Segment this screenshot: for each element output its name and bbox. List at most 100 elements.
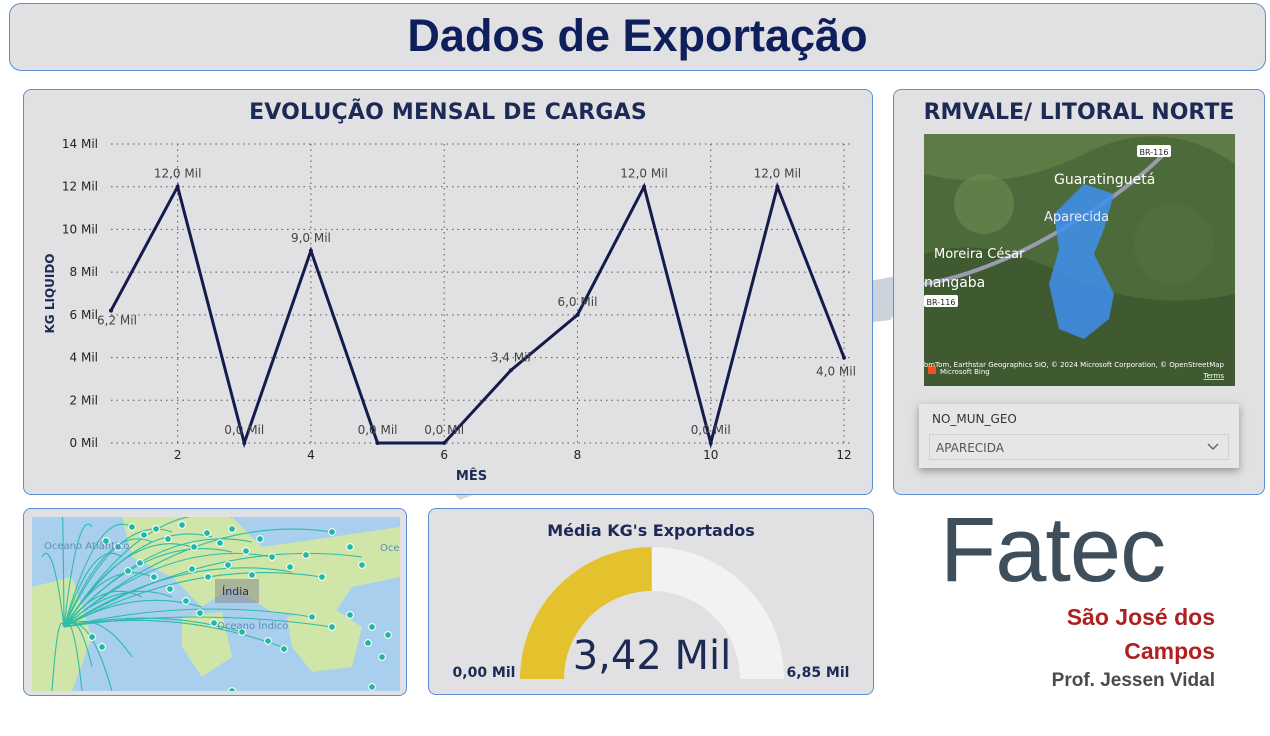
destination-dot[interactable] [268, 553, 276, 561]
destination-dot[interactable] [136, 559, 144, 567]
destination-dot[interactable] [328, 623, 336, 631]
gauge-panel: Média KG's Exportados 3,42 Mil 0,00 Mil … [428, 508, 874, 695]
destination-dot[interactable] [190, 543, 198, 551]
x-tick-label: 4 [307, 448, 315, 462]
data-point[interactable] [708, 441, 713, 445]
logo-brand: Fatec [940, 499, 1166, 601]
data-point[interactable] [842, 355, 846, 360]
data-point[interactable] [775, 184, 780, 189]
destination-dot[interactable] [88, 633, 96, 641]
page-title: Dados de Exportação [407, 10, 868, 61]
map-country-label: Índia [222, 585, 249, 598]
map-road-label: BR-116 [927, 298, 956, 307]
gauge-value: 3,42 Mil [573, 633, 732, 679]
destination-dot[interactable] [124, 567, 132, 575]
slicer-dropdown[interactable]: APARECIDA [929, 434, 1229, 460]
chevron-down-icon[interactable] [1206, 439, 1220, 453]
destination-dot[interactable] [203, 529, 211, 537]
destination-dot[interactable] [256, 535, 264, 543]
data-point[interactable] [575, 312, 580, 317]
destination-dot[interactable] [264, 637, 272, 645]
destination-dot[interactable] [164, 535, 172, 543]
destination-dot[interactable] [328, 528, 336, 536]
data-point[interactable] [109, 308, 113, 313]
x-tick-label: 10 [703, 448, 718, 462]
y-tick-label: 14 Mil [62, 137, 98, 151]
slicer-label: NO_MUN_GEO [932, 412, 1017, 426]
destination-dot[interactable] [346, 611, 354, 619]
map-title: RMVALE/ LITORAL NORTE [923, 100, 1235, 125]
destination-dot[interactable] [98, 643, 106, 651]
map-place-label: Moreira César [934, 247, 1025, 262]
destination-dot[interactable] [368, 683, 376, 691]
data-label: 9,0 Mil [291, 231, 331, 245]
destination-dot[interactable] [228, 525, 236, 533]
data-point[interactable] [442, 441, 447, 445]
map-brand: Microsoft Bing [940, 368, 990, 376]
destination-dot[interactable] [280, 645, 288, 653]
data-point[interactable] [375, 441, 380, 445]
map-attribution: © 2024 TomTom, Earthstar Geographics SIO… [924, 361, 1225, 369]
destination-dot[interactable] [364, 639, 372, 647]
world-map-panel: Oceano Atlântico Índia Oceano Índico Oce [23, 508, 407, 696]
map-place-label: nangaba [924, 275, 985, 291]
data-label: 3,4 Mil [491, 350, 531, 364]
destination-dot[interactable] [182, 597, 190, 605]
destination-dot[interactable] [152, 525, 160, 533]
data-label: 6,2 Mil [97, 314, 137, 328]
map-ocean-label: Oceano Índico [217, 619, 288, 632]
destination-dot[interactable] [346, 543, 354, 551]
world-flow-map[interactable]: Oceano Atlântico Índia Oceano Índico Oce [32, 517, 400, 691]
data-point[interactable] [175, 184, 180, 189]
map-terms-link[interactable]: Terms [1202, 372, 1224, 380]
y-tick-label: 0 Mil [70, 436, 98, 450]
y-tick-label: 10 Mil [62, 222, 98, 236]
destination-dot[interactable] [318, 573, 326, 581]
x-tick-label: 2 [174, 448, 182, 462]
destination-dot[interactable] [204, 573, 212, 581]
logo-campus-line1: São José dos [1066, 604, 1215, 630]
data-label: 0,0 Mil [691, 423, 731, 437]
destination-dot[interactable] [128, 523, 136, 531]
data-point[interactable] [642, 184, 647, 189]
municipality-slicer[interactable]: NO_MUN_GEO APARECIDA [919, 404, 1239, 468]
x-tick-label: 6 [440, 448, 448, 462]
destination-dot[interactable] [196, 609, 204, 617]
region-map[interactable]: BR-116 BR-116 Guaratinguetá Aparecida Mo… [924, 134, 1235, 386]
destination-dot[interactable] [308, 613, 316, 621]
data-label: 0,0 Mil [224, 423, 264, 437]
data-point[interactable] [308, 248, 313, 253]
destination-dot[interactable] [384, 631, 392, 639]
destination-dot[interactable] [378, 653, 386, 661]
destination-dot[interactable] [286, 563, 294, 571]
fatec-logo: Fatec São José dos Campos Prof. Jessen V… [935, 499, 1225, 700]
gauge-min-label: 0,00 Mil [453, 665, 516, 681]
data-point[interactable] [242, 441, 247, 445]
destination-dot[interactable] [140, 531, 148, 539]
destination-dot[interactable] [150, 573, 158, 581]
destination-dot[interactable] [302, 551, 310, 559]
map-ocean-label: Oce [380, 543, 400, 554]
logo-campus-line2: Campos [1124, 638, 1215, 664]
destination-dot[interactable] [368, 623, 376, 631]
destination-dot[interactable] [188, 565, 196, 573]
series-line[interactable] [109, 181, 846, 449]
y-tick-label: 12 Mil [62, 180, 98, 194]
map-road-label: BR-116 [1140, 148, 1169, 157]
gauge-max-label: 6,85 Mil [787, 665, 850, 681]
data-point[interactable] [508, 368, 513, 373]
destination-dot[interactable] [248, 571, 256, 579]
map-place-label: Aparecida [1044, 210, 1109, 225]
destination-dot[interactable] [224, 561, 232, 569]
destination-dot[interactable] [358, 561, 366, 569]
destination-dot[interactable] [228, 687, 236, 691]
destination-dot[interactable] [166, 585, 174, 593]
destination-dot[interactable] [242, 547, 250, 555]
average-gauge[interactable]: 3,42 Mil 0,00 Mil 6,85 Mil [429, 509, 875, 696]
line-chart[interactable]: 0 Mil 2 Mil 4 Mil 6 Mil 8 Mil 10 Mil 12 Mil 14 … [24, 90, 874, 496]
data-label: 12,0 Mil [754, 167, 802, 181]
destination-dot[interactable] [216, 539, 224, 547]
y-tick-label: 4 Mil [70, 351, 98, 365]
destination-dot[interactable] [178, 521, 186, 529]
x-tick-label: 12 [836, 448, 851, 462]
